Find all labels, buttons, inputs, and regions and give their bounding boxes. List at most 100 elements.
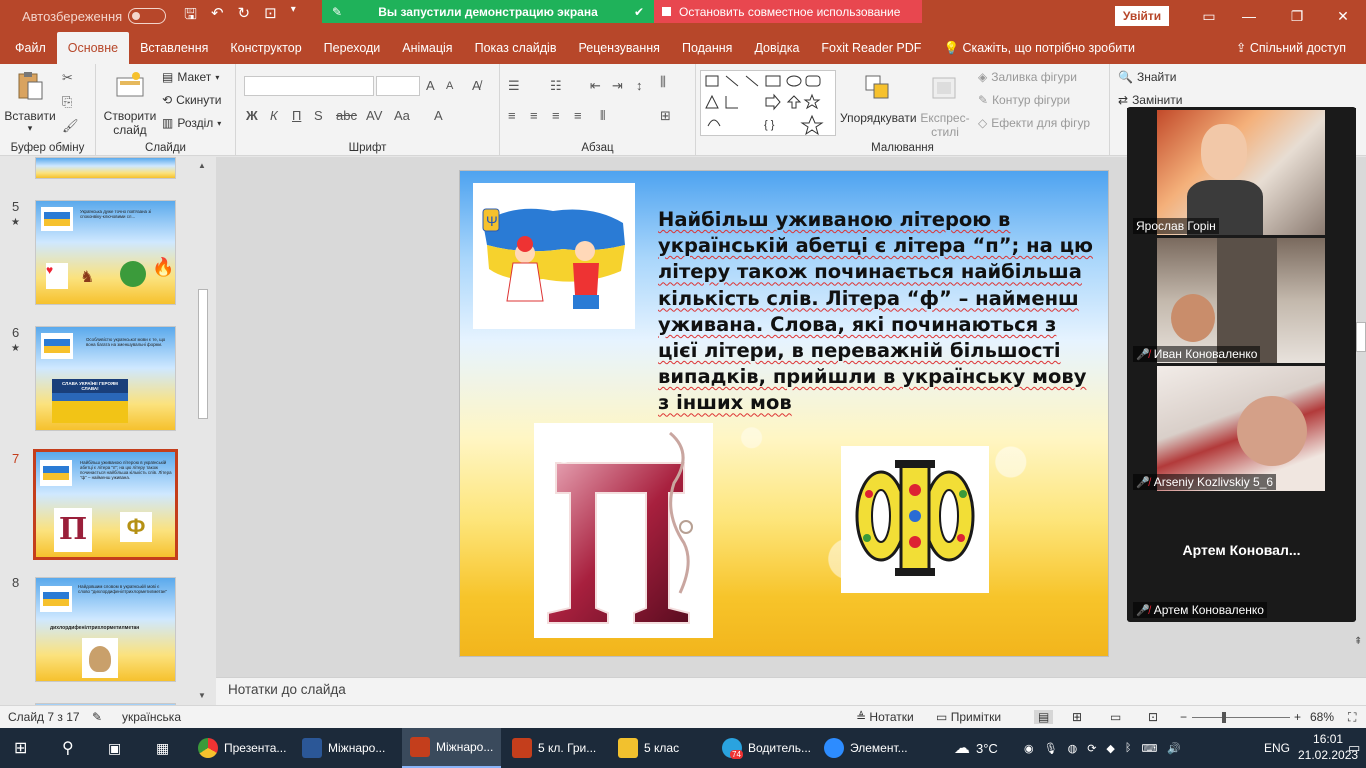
autosave-toggle[interactable] <box>128 8 167 24</box>
shape-fill-button[interactable]: ◈ Заливка фігури <box>978 70 1077 84</box>
clear-format-icon[interactable]: A̸ <box>472 78 481 93</box>
weather-widget[interactable]: ☁ 3°C <box>954 728 998 768</box>
tab-animations[interactable]: Анімація <box>391 32 463 64</box>
columns-icon[interactable]: ⫴ <box>600 108 605 124</box>
zoom-tray-icon[interactable]: ◍ <box>1068 742 1078 755</box>
mic-icon[interactable]: 🎙 <box>1044 742 1058 755</box>
stop-share-button[interactable]: Остановить совместное использование <box>654 0 922 23</box>
tell-me-search[interactable]: 💡 Скажіть, що потрібно зробити <box>932 32 1146 64</box>
scrollbar-thumb[interactable] <box>198 289 208 419</box>
tab-home[interactable]: Основне <box>56 32 130 64</box>
bold-button[interactable]: Ж <box>246 108 258 123</box>
language-indicator[interactable]: українська <box>122 710 181 724</box>
zoom-out-icon[interactable]: − <box>1180 710 1187 724</box>
tab-review[interactable]: Рецензування <box>567 32 670 64</box>
network-icon[interactable]: ⌨ <box>1141 742 1157 755</box>
tab-help[interactable]: Довідка <box>743 32 810 64</box>
autosave[interactable]: Автозбереження <box>22 8 167 24</box>
tab-slideshow[interactable]: Показ слайдів <box>464 32 568 64</box>
canvas-scrollbar-thumb[interactable] <box>1356 322 1366 352</box>
close-icon[interactable]: ✕ <box>1320 0 1366 32</box>
zoom-slider-thumb[interactable] <box>1221 712 1226 723</box>
zoom-share-icon[interactable]: ◉ <box>1024 742 1034 755</box>
tab-view[interactable]: Подання <box>671 32 743 64</box>
font-color-icon[interactable]: A <box>434 108 443 123</box>
participant-tile[interactable]: Ярослав Горін <box>1127 108 1356 236</box>
taskbar-zoom[interactable]: Элемент... <box>824 728 908 768</box>
shape-outline-button[interactable]: ✎ Контур фігури <box>978 93 1070 107</box>
task-view-icon[interactable]: ▣ <box>108 728 121 768</box>
share-button[interactable]: ⇪ Спільний доступ <box>1225 32 1366 64</box>
paste-button[interactable]: Вставити ▾ <box>4 70 56 134</box>
normal-view-icon[interactable]: ▤ <box>1034 710 1054 724</box>
language-switch[interactable]: ENG <box>1264 728 1290 768</box>
fit-slide-icon[interactable]: ⛶ <box>1348 710 1356 725</box>
taskbar-word[interactable]: Міжнаро... <box>302 728 385 768</box>
increase-font-icon[interactable]: A <box>426 78 435 93</box>
thumbnail-scrollbar[interactable]: ▲ ▼ <box>196 157 210 705</box>
replace-button[interactable]: ⇄ Замінити <box>1118 93 1182 107</box>
align-right-icon[interactable]: ≡ <box>552 108 560 123</box>
taskbar-chrome[interactable]: Презента... <box>198 728 286 768</box>
change-case-icon[interactable]: Aa <box>394 108 410 123</box>
scroll-down-icon[interactable]: ▼ <box>198 691 206 700</box>
quick-styles-button[interactable]: Експрес- стилі <box>918 72 972 139</box>
notes-toggle[interactable]: ≜ Нотатки <box>856 710 914 724</box>
calculator-icon[interactable]: ▦ <box>156 728 169 768</box>
arrange-button[interactable]: Упорядкувати <box>840 72 917 125</box>
spacing-icon[interactable]: AV <box>366 108 382 123</box>
signin-button[interactable]: Увійти <box>1115 6 1169 26</box>
tab-design[interactable]: Конструктор <box>219 32 312 64</box>
dropbox-icon[interactable]: ◆ <box>1106 742 1114 755</box>
shape-effects-button[interactable]: ◇ Ефекти для фігур <box>978 116 1090 130</box>
underline-button[interactable]: П <box>292 108 301 123</box>
undo-icon[interactable]: ↶ <box>211 4 224 29</box>
tab-foxit[interactable]: Foxit Reader PDF <box>810 32 932 64</box>
maximize-icon[interactable]: ❐ <box>1274 0 1320 32</box>
taskbar-powerpoint[interactable]: 5 кл. Гри... <box>512 728 596 768</box>
section-button[interactable]: ▥ Розділ ▾ <box>162 116 221 130</box>
thumbnail-slide-5[interactable]: Українська дуже точно пов'язана зі споко… <box>35 200 176 305</box>
zoom-slider-track[interactable] <box>1192 717 1290 718</box>
reset-button[interactable]: ⟲ Скинути <box>162 93 222 107</box>
layout-button[interactable]: ▤ Макет ▾ <box>162 70 219 84</box>
spellcheck-icon[interactable]: ✎ <box>92 710 102 724</box>
slide-sorter-icon[interactable]: ⊞ <box>1072 710 1082 724</box>
scroll-up-icon[interactable]: ▲ <box>198 161 206 170</box>
indent-decrease-icon[interactable]: ⇤ <box>590 78 601 94</box>
zoom-level[interactable]: 68% <box>1310 710 1334 724</box>
find-button[interactable]: 🔍 Знайти <box>1118 70 1176 84</box>
participant-tile[interactable]: 🎤̸ Иван Коноваленко <box>1127 236 1356 364</box>
strikethrough-icon[interactable]: abc <box>336 108 357 123</box>
bullets-icon[interactable]: ☰ <box>508 78 520 94</box>
ukraine-map-image[interactable]: Ψ <box>473 183 635 329</box>
thumbnail-slide-7[interactable]: Найбільш уживаною літерою в українській … <box>33 449 178 560</box>
new-slide-button[interactable]: Створити слайд <box>102 70 158 137</box>
smartart-icon[interactable]: ⊞ <box>660 108 671 124</box>
italic-button[interactable]: К <box>270 108 278 123</box>
sync-icon[interactable]: ⟳ <box>1087 742 1096 755</box>
current-slide[interactable]: Ψ Найбільш уживаною літерою в українські… <box>459 170 1109 657</box>
volume-icon[interactable]: 🔊 <box>1167 742 1181 755</box>
participant-tile[interactable]: 🎤̸ Arseniy Kozlivskiy 5_6 <box>1127 364 1356 492</box>
text-direction-icon[interactable]: ⫼ <box>660 74 666 90</box>
align-center-icon[interactable]: ≡ <box>530 108 538 123</box>
thumbnail-slide-6[interactable]: Особливістю української мови є те, що во… <box>35 326 176 431</box>
search-icon[interactable]: ⚲ <box>62 728 74 768</box>
letter-f-image[interactable] <box>841 446 989 593</box>
prev-slide-icon[interactable]: ⇞ <box>1354 636 1362 647</box>
tab-transitions[interactable]: Переходи <box>313 32 392 64</box>
redo-icon[interactable]: ↻ <box>238 4 251 29</box>
participant-tile[interactable]: Артем Коновал... 🎤̸ Артем Коноваленко <box>1127 492 1356 620</box>
bluetooth-icon[interactable]: ᛒ <box>1125 742 1132 754</box>
tab-file[interactable]: Файл <box>0 32 57 64</box>
reading-view-icon[interactable]: ▭ <box>1110 710 1121 724</box>
zoom-in-icon[interactable]: + <box>1294 710 1301 724</box>
font-size-input[interactable] <box>376 76 420 96</box>
notification-icon[interactable]: ▭ <box>1348 728 1360 768</box>
taskbar-powerpoint-active[interactable]: Міжнаро... <box>402 728 502 768</box>
taskbar-folder[interactable]: 5 клас <box>618 728 679 768</box>
system-tray[interactable]: ◉ 🎙 ◍ ⟳ ◆ ᛒ ⌨ 🔊 <box>1024 728 1181 768</box>
minimize-icon[interactable]: — <box>1226 0 1272 32</box>
line-spacing-icon[interactable]: ↕ <box>636 78 643 93</box>
